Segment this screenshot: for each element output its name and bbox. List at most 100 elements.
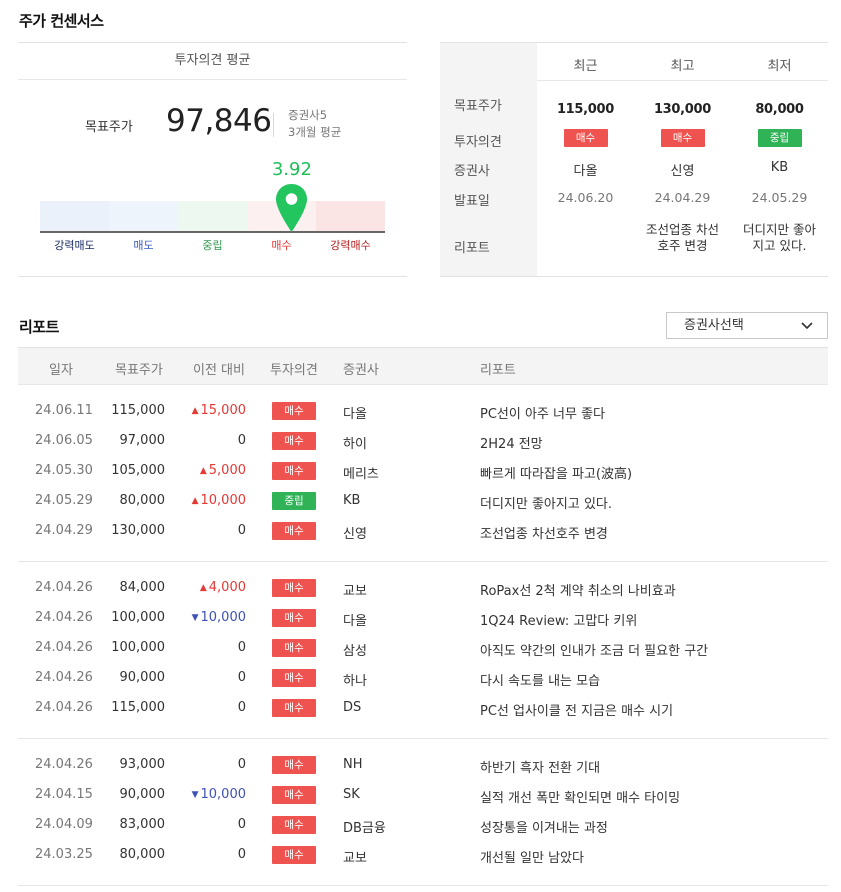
gauge-segment (109, 201, 178, 231)
recent-target: 115,000 (556, 102, 615, 117)
report-title-link[interactable]: PC선이 아주 너무 좋다 (480, 403, 605, 422)
report-date: 24.06.05 (35, 433, 93, 448)
opinion-badge: 중립 (272, 492, 316, 510)
table-row[interactable]: 24.05.30 105,000 ▲ 5,000 매수 메리츠 빠르게 따라잡을 파고(波高… (18, 457, 828, 487)
col-header-report: 리포트 (480, 363, 516, 378)
opinion-badge: 매수 (272, 579, 316, 597)
report-broker: NH (343, 757, 363, 772)
chevron-down-icon (801, 322, 813, 330)
report-broker: KB (343, 493, 361, 508)
table-row[interactable]: 24.03.25 80,000 0 매수 교보 개선될 일만 남았다 (18, 841, 828, 871)
change-value: 15,000 (200, 403, 247, 418)
opinion-badge: 매수 (272, 609, 316, 627)
table-row[interactable]: 24.05.29 80,000 ▲ 10,000 중립 KB 더디지만 좋아지고 있다. (18, 487, 828, 517)
report-target: 83,000 (119, 817, 166, 832)
high-opinion: 매수 (634, 129, 731, 147)
opinion-average-panel: 투자의견 평균 목표주가 97,846 증권사5 3개월 평균 3.92 강력매… (18, 42, 407, 277)
opinion-badge: 매수 (272, 432, 316, 450)
report-opinion: 매수 (272, 402, 316, 420)
report-title-link[interactable]: 더디지만 좋아지고 있다. (480, 493, 612, 512)
report-title-link[interactable]: RoPax선 2척 계약 취소의 나비효과 (480, 580, 676, 599)
gauge-label: 중립 (202, 239, 223, 252)
average-period: 3개월 평균 (288, 125, 342, 139)
gauge-label: 강력매도 (54, 239, 95, 252)
col-header-high: 최고 (670, 59, 695, 74)
report-title-link[interactable]: 하반기 흑자 전환 기대 (480, 757, 600, 776)
report-broker: 교보 (343, 851, 367, 866)
report-opinion: 매수 (272, 699, 316, 717)
report-target: 90,000 (119, 787, 166, 802)
consensus-title: 주가 컨센서스 (19, 12, 104, 30)
table-row[interactable]: 24.04.26 100,000 0 매수 삼성 아직도 약간의 인내가 조금 더 필요한… (18, 634, 828, 664)
report-date: 24.04.26 (35, 640, 93, 655)
low-report-link[interactable]: 더디지만 좋아 지고 있다. (731, 222, 828, 254)
high-report-link[interactable]: 조선업종 차선 호주 변경 (634, 222, 731, 254)
table-row[interactable]: 24.06.05 97,000 0 매수 하이 2H24 전망 (18, 427, 828, 457)
report-target: 80,000 (119, 847, 166, 862)
report-title-link[interactable]: 실적 개선 폭만 확인되면 매수 타이밍 (480, 787, 680, 806)
table-row[interactable]: 24.04.09 83,000 0 매수 DB금융 성장통을 이겨내는 과정 (18, 811, 828, 841)
divider (18, 885, 828, 886)
report-broker: 하이 (343, 437, 367, 452)
opinion-score: 3.92 (271, 159, 312, 180)
table-row[interactable]: 24.04.26 115,000 0 매수 DS PC선 업사이클 전 지금은 매수 시기 (18, 694, 828, 724)
table-row[interactable]: 24.04.26 93,000 0 매수 NH 하반기 흑자 전환 기대 (18, 751, 828, 781)
report-target: 115,000 (111, 700, 165, 715)
recent-broker: 다올 (573, 164, 598, 179)
report-broker: SK (343, 787, 360, 802)
row-label-broker: 증권사 (454, 164, 490, 179)
broker-select[interactable]: 증권사선택 (666, 312, 828, 339)
gauge-labels: 강력매도 매도 중립 매수 강력매수 (40, 237, 385, 253)
table-row[interactable]: 24.04.29 130,000 0 매수 신영 조선업종 차선호주 변경 (18, 517, 828, 547)
opinion-badge: 매수 (272, 462, 316, 480)
report-broker: 하나 (343, 674, 367, 689)
report-title-link[interactable]: PC선 업사이클 전 지금은 매수 시기 (480, 700, 673, 719)
table-row[interactable]: 24.04.26 84,000 ▲ 4,000 매수 교보 RoPax선 2척 계약 취소의… (18, 574, 828, 604)
report-target: 100,000 (111, 610, 165, 625)
report-change: ▲ 4,000 (178, 580, 246, 595)
low-date: 24.05.29 (751, 190, 808, 205)
table-row[interactable]: 24.04.26 90,000 0 매수 하나 다시 속도를 내는 모습 (18, 664, 828, 694)
divider (18, 561, 828, 562)
report-target: 130,000 (111, 523, 165, 538)
report-date: 24.04.26 (35, 670, 93, 685)
report-title-link[interactable]: 2H24 전망 (480, 433, 543, 452)
consensus-table: 최근 최고 최저 목표주가 투자의견 증권사 발표일 리포트 115,000 매… (440, 42, 828, 277)
report-opinion: 매수 (272, 816, 316, 834)
up-arrow-icon: ▲ (199, 466, 207, 476)
report-opinion: 매수 (272, 639, 316, 657)
report-opinion: 매수 (272, 846, 316, 864)
up-arrow-icon: ▲ (191, 496, 199, 506)
report-title-link[interactable]: 1Q24 Review: 고맙다 키위 (480, 610, 637, 629)
report-target: 97,000 (119, 433, 166, 448)
target-price-label: 목표주가 (85, 120, 133, 135)
table-row[interactable]: 24.04.26 100,000 ▼ 10,000 매수 다올 1Q24 Review: 고… (18, 604, 828, 634)
divider (273, 113, 274, 137)
target-price-value: 97,846 (166, 103, 272, 139)
report-change: 0 (178, 640, 246, 655)
report-opinion: 매수 (272, 609, 316, 627)
col-header-opinion: 투자의견 (270, 363, 318, 378)
report-date: 24.05.29 (35, 493, 93, 508)
report-title-link[interactable]: 다시 속도를 내는 모습 (480, 670, 600, 689)
report-target: 105,000 (111, 463, 165, 478)
report-date: 24.03.25 (35, 847, 93, 862)
report-change: ▲ 5,000 (178, 463, 246, 478)
report-title-link[interactable]: 아직도 약간의 인내가 조금 더 필요한 구간 (480, 640, 708, 659)
report-title-link[interactable]: 빠르게 따라잡을 파고(波高) (480, 463, 632, 482)
divider (18, 738, 828, 739)
report-broker: 신영 (343, 527, 367, 542)
down-arrow-icon: ▼ (191, 613, 199, 623)
report-opinion: 중립 (272, 492, 316, 510)
report-change: ▲ 15,000 (178, 403, 246, 418)
report-opinion: 매수 (272, 522, 316, 540)
opinion-badge: 매수 (272, 786, 316, 804)
table-row[interactable]: 24.04.15 90,000 ▼ 10,000 매수 SK 실적 개선 폭만 확인되면 매… (18, 781, 828, 811)
report-title-link[interactable]: 조선업종 차선호주 변경 (480, 523, 608, 542)
change-value: 0 (237, 433, 246, 448)
report-title-link[interactable]: 개선될 일만 남았다 (480, 847, 584, 866)
gauge-label: 강력매수 (330, 239, 371, 252)
gauge-segment (316, 201, 385, 231)
table-row[interactable]: 24.06.11 115,000 ▲ 15,000 매수 다올 PC선이 아주 너무 좋다 (18, 397, 828, 427)
report-title-link[interactable]: 성장통을 이겨내는 과정 (480, 817, 608, 836)
